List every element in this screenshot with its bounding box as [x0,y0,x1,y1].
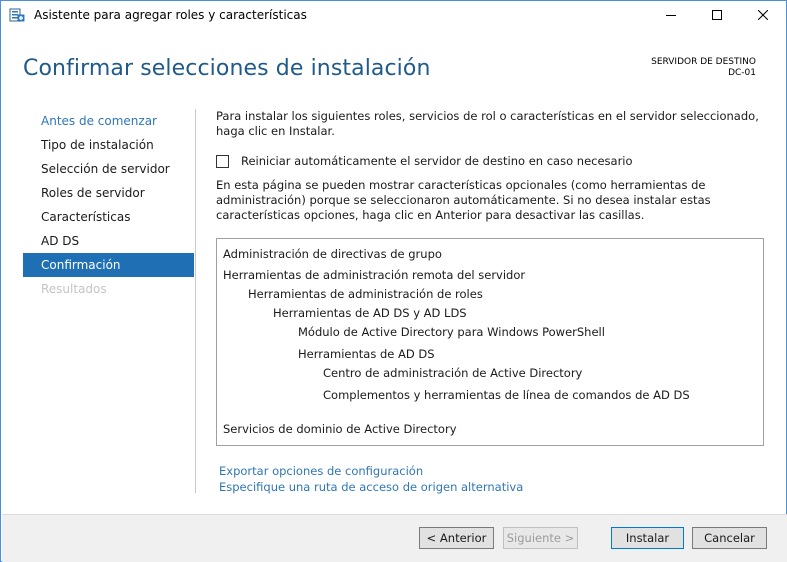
selections-list[interactable]: Administración de directivas de grupo He… [216,238,764,446]
window-title: Asistente para agregar roles y caracterí… [34,8,307,22]
restart-option[interactable]: Reiniciar automáticamente el servidor de… [216,154,633,168]
nav-item-confirmation[interactable]: Confirmación [23,253,194,277]
nav-item-before-you-begin[interactable]: Antes de comenzar [23,109,194,133]
wizard-footer: < Anterior Siguiente > Instalar Cancelar [2,514,787,562]
list-item: Módulo de Active Directory para Windows … [298,325,605,339]
close-button[interactable] [740,1,786,29]
list-item: Complementos y herramientas de línea de … [323,388,690,402]
list-item: Centro de administración de Active Direc… [323,366,583,380]
list-item: Herramientas de AD DS y AD LDS [273,306,467,320]
nav-item-features[interactable]: Características [23,205,194,229]
minimize-button[interactable] [648,1,694,29]
restart-checkbox[interactable] [216,154,229,168]
server-manager-icon [9,7,25,23]
nav-item-results: Resultados [41,282,107,296]
list-item: Herramientas de administración remota de… [223,268,526,282]
nav-item-server-selection[interactable]: Selección de servidor [23,157,194,181]
maximize-button[interactable] [694,1,740,29]
destination-server-label: SERVIDOR DE DESTINO [651,57,756,67]
nav-divider [195,109,196,493]
nav-item-ad-ds[interactable]: AD DS [23,229,194,253]
nav-item-installation-type[interactable]: Tipo de instalación [23,133,194,157]
alternate-source-link[interactable]: Especifique una ruta de acceso de origen… [219,479,523,495]
list-item: Herramientas de administración de roles [248,287,483,301]
destination-server-name: DC-01 [728,68,756,78]
minimize-icon [666,15,676,16]
list-item: Administración de directivas de grupo [223,247,442,261]
maximize-icon [712,10,722,20]
intro-text: Para instalar los siguientes roles, serv… [216,109,759,138]
close-icon [758,10,768,20]
page-title: Confirmar selecciones de instalación [23,56,431,81]
list-item: Herramientas de AD DS [298,347,435,361]
cancel-button[interactable]: Cancelar [692,527,767,549]
wizard-nav: Antes de comenzar Tipo de instalación Se… [23,109,194,301]
title-bar[interactable]: Asistente para agregar roles y caracterí… [1,1,786,29]
wizard-window: Asistente para agregar roles y caracterí… [0,0,787,562]
nav-item-server-roles[interactable]: Roles de servidor [23,181,194,205]
restart-checkbox-label[interactable]: Reiniciar automáticamente el servidor de… [241,154,633,168]
list-item: Servicios de dominio de Active Directory [223,422,457,436]
next-button: Siguiente > [503,527,578,549]
optional-features-note: En esta página se pueden mostrar caracte… [216,178,711,222]
action-links: Exportar opciones de configuración Espec… [219,463,523,495]
export-config-link[interactable]: Exportar opciones de configuración [219,463,523,479]
previous-button[interactable]: < Anterior [419,527,494,549]
install-button[interactable]: Instalar [611,527,684,549]
